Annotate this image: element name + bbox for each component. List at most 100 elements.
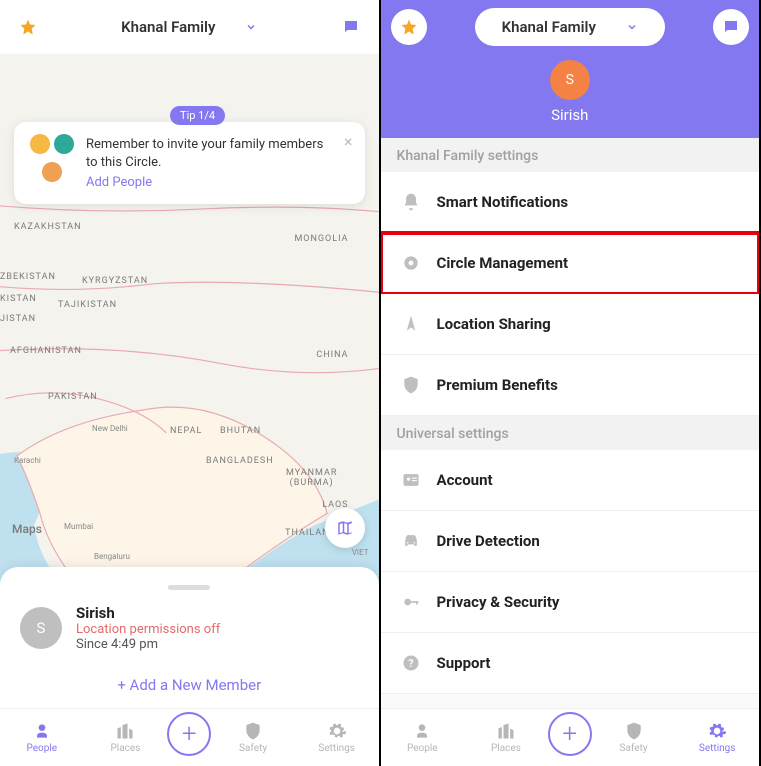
row-premium-benefits[interactable]: Premium Benefits [381, 355, 760, 416]
member-since: Since 4:49 pm [76, 637, 220, 652]
row-smart-notifications[interactable]: Smart Notifications [381, 172, 760, 233]
key-icon [401, 592, 421, 612]
people-sheet[interactable]: S Sirish Location permissions off Since … [0, 567, 379, 708]
premium-badge[interactable] [391, 9, 427, 45]
bottom-nav: People Places + Safety Settings [0, 708, 379, 766]
member-row[interactable]: S Sirish Location permissions off Since … [20, 604, 359, 652]
svg-text:?: ? [408, 657, 413, 670]
member-warning: Location permissions off [76, 622, 220, 637]
map-city: Karachi [14, 456, 41, 465]
nav-people[interactable]: People [381, 721, 465, 754]
row-label: Account [437, 471, 493, 489]
map-label: MYANMAR (BURMA) [286, 468, 337, 488]
map-label: BHUTAN [220, 426, 261, 436]
settings-header: Khanal Family S Sirish [381, 0, 760, 138]
map-label: ZBEKISTAN [0, 272, 56, 282]
gear-icon [707, 721, 727, 741]
circle-switcher[interactable]: Khanal Family [475, 8, 665, 46]
member-name: Sirish [76, 604, 220, 622]
premium-badge[interactable] [10, 9, 46, 45]
row-privacy-security[interactable]: Privacy & Security [381, 572, 760, 633]
map-label: KYRGYZSTAN [82, 276, 148, 286]
recenter-button[interactable] [325, 508, 365, 548]
map-city: Bengaluru [94, 552, 130, 561]
avatar: S [20, 607, 62, 649]
nav-add-button[interactable]: + [167, 712, 211, 756]
gear-icon [327, 721, 347, 741]
map-label: AFGHANISTAN [10, 346, 82, 356]
chat-icon [722, 18, 740, 36]
tip-avatars [28, 134, 76, 182]
circle-switcher[interactable]: Khanal Family [94, 8, 284, 46]
car-icon [401, 531, 421, 551]
row-support[interactable]: ? Support [381, 633, 760, 694]
row-circle-management[interactable]: Circle Management [381, 233, 760, 294]
map-label: NEPAL [170, 426, 202, 436]
shield-icon [624, 721, 644, 741]
person-pin-icon [412, 721, 432, 741]
nav-settings[interactable]: Settings [295, 721, 379, 754]
row-label: Circle Management [437, 254, 569, 272]
row-label: Privacy & Security [437, 593, 560, 611]
tip-text: Remember to invite your family members t… [86, 136, 329, 171]
shield-icon [401, 375, 421, 395]
circle-name: Khanal Family [502, 18, 596, 36]
row-account[interactable]: Account [381, 450, 760, 511]
add-member-button[interactable]: + Add a New Member [20, 670, 359, 700]
building-icon [115, 721, 135, 741]
person-pin-icon [32, 721, 52, 741]
row-label: Support [437, 654, 491, 672]
section-header-universal: Universal settings [381, 416, 760, 450]
star-icon [400, 18, 418, 36]
nav-people[interactable]: People [0, 721, 84, 754]
nav-add-button[interactable]: + [548, 712, 592, 756]
maps-attribution: Maps [12, 522, 42, 536]
map-label: KAZAKHSTAN [14, 222, 82, 232]
shield-icon [243, 721, 263, 741]
settings-list[interactable]: Khanal Family settings Smart Notificatio… [381, 138, 760, 766]
star-icon [19, 18, 37, 36]
row-location-sharing[interactable]: Location Sharing [381, 294, 760, 355]
tip-badge: Tip 1/4 [170, 106, 225, 125]
chevron-down-icon [626, 21, 638, 33]
add-people-link[interactable]: Add People [86, 175, 152, 190]
bottom-nav: People Places + Safety Settings [381, 708, 760, 766]
row-drive-detection[interactable]: Drive Detection [381, 511, 760, 572]
location-arrow-icon [401, 314, 421, 334]
row-label: Premium Benefits [437, 376, 558, 394]
drag-handle[interactable] [168, 585, 210, 590]
row-label: Location Sharing [437, 315, 551, 333]
user-name: Sirish [551, 106, 588, 124]
close-icon[interactable]: × [344, 132, 353, 151]
map-icon [336, 519, 354, 537]
question-icon: ? [401, 653, 421, 673]
chat-button[interactable] [713, 9, 749, 45]
settings-screen: Khanal Family S Sirish Khanal Family set… [381, 0, 761, 766]
top-bar: Khanal Family [381, 0, 760, 54]
row-label: Smart Notifications [437, 193, 569, 211]
nav-places[interactable]: Places [84, 721, 168, 754]
chevron-down-icon [245, 21, 257, 33]
map-label: PAKISTAN [48, 392, 98, 402]
circle-icon [401, 253, 421, 273]
nav-settings[interactable]: Settings [675, 721, 759, 754]
map-city: VIET [352, 548, 369, 557]
avatar[interactable]: S [550, 60, 590, 100]
map-label: KISTAN [0, 294, 37, 304]
nav-safety[interactable]: Safety [592, 721, 676, 754]
building-icon [496, 721, 516, 741]
section-header-circle: Khanal Family settings [381, 138, 760, 172]
chat-button[interactable] [333, 9, 369, 45]
nav-safety[interactable]: Safety [211, 721, 295, 754]
map-label: MONGOLIA [294, 234, 348, 244]
map-city: New Delhi [92, 424, 128, 433]
map[interactable]: Tip 1/4 Remember to invite your family m… [0, 54, 379, 766]
map-city: Mumbai [64, 522, 93, 531]
map-label: BANGLADESH [206, 456, 274, 466]
tip-card: Remember to invite your family members t… [14, 122, 365, 204]
id-card-icon [401, 470, 421, 490]
nav-places[interactable]: Places [464, 721, 548, 754]
chat-icon [342, 18, 360, 36]
bell-icon [401, 192, 421, 212]
map-label: CHINA [316, 350, 348, 360]
